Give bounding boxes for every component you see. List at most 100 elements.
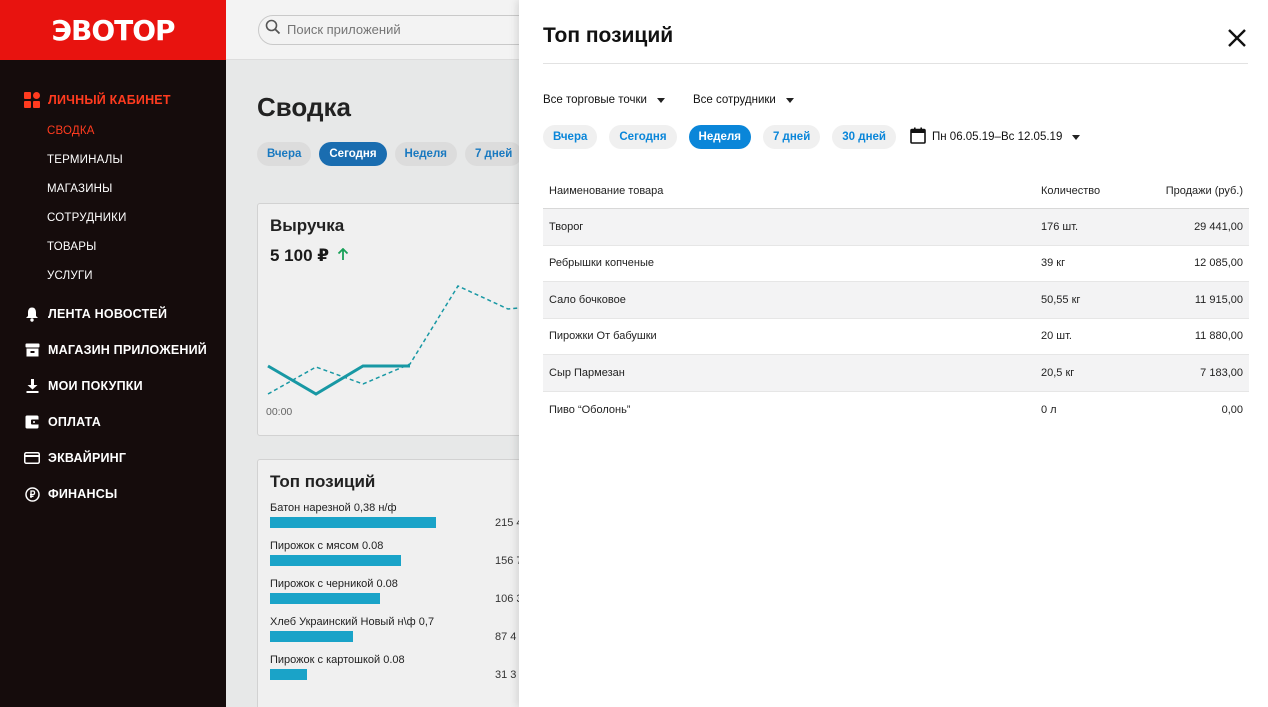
sidebar-item-payment[interactable]: ОПЛАТА: [0, 412, 226, 432]
page-title: Сводка: [257, 92, 351, 122]
sidebar-item-label: ФИНАНСЫ: [48, 487, 118, 501]
sidebar-item-app-store[interactable]: МАГАЗИН ПРИЛОЖЕНИЙ: [0, 340, 226, 360]
period-7-days[interactable]: 7 дней: [464, 142, 523, 166]
sidebar-item-label: МОИ ПОКУПКИ: [48, 379, 143, 393]
top-position-name: Пирожок с мясом 0.08: [270, 540, 384, 552]
sidebar-item-purchases[interactable]: МОИ ПОКУПКИ: [0, 376, 226, 396]
sidebar-subitems: СВОДКА ТЕРМИНАЛЫ МАГАЗИНЫ СОТРУДНИКИ ТОВ…: [0, 116, 226, 290]
sidebar-subitem-services[interactable]: УСЛУГИ: [0, 261, 226, 290]
cell-quantity: 176 шт.: [1041, 220, 1079, 233]
table-row[interactable]: Сыр Пармезан 20,5 кг 7 183,00: [543, 355, 1249, 392]
store-icon: [24, 342, 40, 358]
search-box[interactable]: [258, 14, 538, 45]
panel-period-today[interactable]: Сегодня: [609, 125, 677, 149]
sidebar-item-cabinet[interactable]: ЛИЧНЫЙ КАБИНЕТ: [0, 90, 226, 110]
panel-header: Топ позиций: [543, 0, 1248, 64]
panel-period-yesterday[interactable]: Вчера: [543, 125, 598, 149]
top-position-value: 31 3: [495, 669, 517, 681]
top-position-item[interactable]: Хлеб Украинский Новый н\ф 0,7 87 4: [270, 616, 544, 654]
cell-sales: 0,00: [1221, 403, 1243, 416]
logo[interactable]: ЭВОТОР: [0, 0, 226, 60]
cell-quantity: 50,55 кг: [1041, 293, 1081, 306]
panel-period-7-days[interactable]: 7 дней: [762, 125, 821, 149]
cell-name: Творог: [549, 220, 584, 233]
period-week[interactable]: Неделя: [394, 142, 457, 166]
table-row[interactable]: Творог 176 шт. 29 441,00: [543, 209, 1249, 246]
top-position-bar: [270, 555, 401, 566]
column-header-sales[interactable]: Продажи (руб.): [1151, 185, 1249, 197]
top-position-name: Пирожок с черникой 0.08: [270, 578, 398, 590]
period-today[interactable]: Сегодня: [319, 142, 387, 166]
cell-name: Сало бочковое: [549, 293, 626, 306]
wallet-icon: [24, 414, 40, 430]
revenue-axis-label: 00:00: [266, 406, 293, 418]
date-range-label: Пн 06.05.19–Вс 12.05.19: [931, 131, 1063, 143]
stores-filter-label: Все торговые точки: [543, 94, 647, 106]
cell-name: Сыр Пармезан: [549, 366, 625, 379]
sidebar-subitem-products[interactable]: ТОВАРЫ: [0, 232, 226, 261]
table-row[interactable]: Сало бочковое 50,55 кг 11 915,00: [543, 282, 1249, 319]
sidebar-item-acquiring[interactable]: ЭКВАЙРИНГ: [0, 448, 226, 468]
employees-filter[interactable]: Все сотрудники: [693, 94, 794, 106]
cell-name: Пиво “Оболонь”: [549, 403, 631, 416]
date-range-picker[interactable]: Пн 06.05.19–Вс 12.05.19: [910, 127, 1081, 147]
card-icon: [24, 450, 40, 466]
revenue-card[interactable]: Выручка 5 100 ₽ 00:00: [257, 203, 557, 436]
sidebar-item-label: ЭКВАЙРИНГ: [48, 451, 127, 465]
cell-sales: 11 880,00: [1194, 330, 1243, 343]
panel-period-week[interactable]: Неделя: [688, 125, 751, 149]
column-header-quantity[interactable]: Количество: [1041, 185, 1151, 197]
top-position-item[interactable]: Пирожок с мясом 0.08 156 7: [270, 540, 544, 578]
top-positions-list: Батон нарезной 0,38 н/ф 215 4 Пирожок с мя…: [270, 502, 544, 692]
calendar-icon: [910, 127, 926, 147]
sidebar-item-label: ЛИЧНЫЙ КАБИНЕТ: [48, 93, 171, 107]
sidebar-subitem-summary[interactable]: СВОДКА: [0, 116, 226, 145]
cell-name: Пирожки От бабушки: [549, 330, 657, 343]
table-header: Наименование товара Количество Продажи (…: [543, 173, 1249, 209]
table-row[interactable]: Ребрышки копченые 39 кг 12 085,00: [543, 246, 1249, 282]
caret-down-icon: [785, 94, 794, 106]
search-input[interactable]: [287, 22, 507, 37]
sidebar-nav: ЛИЧНЫЙ КАБИНЕТ СВОДКА ТЕРМИНАЛЫ МАГАЗИНЫ…: [0, 60, 226, 504]
cell-sales: 11 915,00: [1194, 293, 1243, 306]
period-yesterday[interactable]: Вчера: [257, 142, 312, 166]
sidebar-subitem-terminals[interactable]: ТЕРМИНАЛЫ: [0, 145, 226, 174]
grid-icon: [24, 92, 40, 108]
bell-icon: [24, 306, 40, 322]
top-position-value: 87 4: [495, 631, 517, 643]
close-button[interactable]: [1226, 27, 1248, 49]
top-position-bar: [270, 631, 353, 642]
revenue-title: Выручка: [270, 216, 345, 235]
panel-filters: Все торговые точки Все сотрудники: [543, 94, 794, 106]
panel-title: Топ позиций: [543, 24, 674, 47]
table-row[interactable]: Пирожки От бабушки 20 шт. 11 880,00: [543, 319, 1249, 355]
logo-text: ЭВОТОР: [51, 13, 175, 47]
revenue-line-previous: [267, 285, 556, 395]
sidebar-item-news[interactable]: ЛЕНТА НОВОСТЕЙ: [0, 304, 226, 324]
table-row[interactable]: Пиво “Оболонь” 0 л 0,00: [543, 392, 1249, 429]
sidebar-item-finance[interactable]: ФИНАНСЫ: [0, 484, 226, 504]
sidebar-subitem-employees[interactable]: СОТРУДНИКИ: [0, 203, 226, 232]
top-positions-card[interactable]: Топ позиций Батон нарезной 0,38 н/ф 215 4…: [257, 459, 557, 707]
cell-quantity: 20 шт.: [1041, 330, 1072, 343]
top-position-name: Пирожок с картошкой 0.08: [270, 654, 405, 666]
column-header-name[interactable]: Наименование товара: [543, 185, 1041, 197]
cell-name: Ребрышки копченые: [549, 257, 654, 270]
top-position-bar: [270, 669, 307, 680]
top-position-item[interactable]: Пирожок с черникой 0.08 106 3: [270, 578, 544, 616]
ruble-icon: [24, 486, 40, 502]
top-position-item[interactable]: Батон нарезной 0,38 н/ф 215 4: [270, 502, 544, 540]
top-position-item[interactable]: Пирожок с картошкой 0.08 31 3: [270, 654, 544, 692]
sidebar-item-label: ОПЛАТА: [48, 415, 101, 429]
sidebar-subitem-stores[interactable]: МАГАЗИНЫ: [0, 174, 226, 203]
sidebar-item-label: ЛЕНТА НОВОСТЕЙ: [48, 307, 168, 321]
cell-sales: 7 183,00: [1200, 366, 1243, 379]
close-icon: [1228, 29, 1246, 47]
top-position-name: Батон нарезной 0,38 н/ф: [270, 502, 397, 514]
sidebar: ЭВОТОР ЛИЧНЫЙ КАБИНЕТ СВОДКА ТЕРМИНАЛЫ М…: [0, 0, 226, 707]
cell-quantity: 0 л: [1041, 403, 1057, 416]
panel-period-30-days[interactable]: 30 дней: [832, 125, 896, 149]
stores-filter[interactable]: Все торговые точки: [543, 94, 665, 106]
top-positions-panel: Топ позиций Все торговые точки Все сотру…: [519, 0, 1268, 707]
caret-down-icon: [1072, 131, 1081, 143]
